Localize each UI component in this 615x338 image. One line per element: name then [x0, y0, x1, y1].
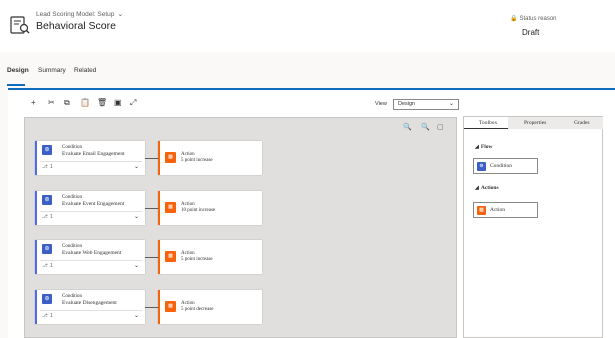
chevron-down-icon[interactable]: ⌄ [134, 312, 139, 319]
divider [40, 211, 142, 212]
tab-design[interactable]: Design [7, 67, 29, 74]
condition-icon: ⊛ [477, 162, 486, 171]
screenshot-icon[interactable]: ▣ [114, 98, 122, 108]
toolbox-item-label: Action [490, 207, 505, 213]
view-select[interactable]: Design ⌄ [393, 99, 459, 110]
action-node[interactable]: ▩ Action 5 point decrease [158, 290, 262, 324]
section-flow[interactable]: ◢ Flow [475, 144, 492, 150]
fit-to-screen-icon[interactable]: ▢ [437, 123, 444, 131]
status-reason-label: 🔒 Status reason [510, 15, 557, 22]
divider [40, 310, 142, 311]
action-icon: ▩ [165, 251, 176, 262]
record-header: Lead Scoring Model: Setup ⌄ Behavioral Sc… [0, 0, 615, 52]
connector-line [145, 257, 158, 258]
condition-name: Evaluate Email Engagement [62, 151, 125, 157]
toolbox-item-label: Condition [490, 163, 513, 169]
add-icon[interactable]: + [31, 98, 36, 108]
section-actions[interactable]: ◢ Actions [475, 185, 499, 191]
condition-node[interactable]: ⊛ Condition Evaluate Disengagement ⎇ 1 ⌄ [35, 290, 145, 324]
toolbox-item-condition[interactable]: ⊛ Condition [473, 158, 538, 174]
node-type-label: Condition [62, 244, 83, 249]
action-icon: ▩ [477, 206, 486, 215]
node-type-label: Action [181, 202, 195, 207]
condition-icon: ⊛ [42, 195, 52, 205]
chevron-down-icon[interactable]: ⌄ [134, 262, 139, 269]
node-type-label: Condition [62, 294, 83, 299]
tab-grades[interactable]: Grades [574, 120, 590, 126]
divider [40, 161, 142, 162]
node-type-label: Action [181, 251, 195, 256]
action-detail: 5 point increase [181, 257, 213, 262]
status-reason-text: Status reason [519, 16, 557, 22]
chevron-down-icon: ⌄ [448, 101, 454, 107]
section-title: Actions [480, 185, 499, 191]
tab-related[interactable]: Related [74, 67, 96, 74]
branch-icon: ⎇ [42, 164, 48, 170]
lead-scoring-model-icon [10, 16, 30, 34]
expand-icon[interactable]: ⤢ [130, 98, 136, 108]
action-icon: ▩ [165, 301, 176, 312]
action-detail: 10 point increase [181, 208, 216, 213]
collapse-icon: ◢ [475, 186, 479, 191]
connector-line [145, 307, 158, 308]
condition-node[interactable]: ⊛ Condition Evaluate Web Engagement ⎇ 1 … [35, 240, 145, 274]
branch-count: 1 [50, 313, 53, 319]
action-icon: ▩ [165, 202, 176, 213]
branch-icon: ⎇ [42, 214, 48, 220]
action-detail: 5 point increase [181, 158, 213, 163]
condition-name: Evaluate Web Engagement [62, 250, 122, 256]
condition-icon: ⊛ [42, 145, 52, 155]
branch-count: 1 [50, 263, 53, 269]
toolbox-item-action[interactable]: ▩ Action [473, 202, 538, 218]
copy-icon[interactable]: ⧉ [64, 98, 70, 108]
page-title: Behavioral Score [36, 20, 116, 32]
action-node[interactable]: ▩ Action 10 point increase [158, 191, 262, 225]
zoom-in-icon[interactable]: 🔍 [421, 123, 430, 131]
tab-properties[interactable]: Properties [524, 120, 546, 126]
active-panel-tab-indicator [464, 128, 508, 129]
node-type-label: Condition [62, 195, 83, 200]
chevron-down-icon[interactable]: ⌄ [134, 213, 139, 220]
section-title: Flow [480, 144, 493, 150]
tab-toolbox[interactable]: Toolbox [479, 120, 497, 126]
branch-icon: ⎇ [42, 263, 48, 269]
view-select-value: Design [398, 101, 416, 107]
tab-summary[interactable]: Summary [38, 67, 66, 74]
status-reason-value: Draft [522, 28, 540, 37]
condition-icon: ⊛ [42, 294, 52, 304]
branch-icon: ⎇ [42, 313, 48, 319]
lock-icon: 🔒 [510, 16, 518, 22]
chevron-down-icon[interactable]: ⌄ [134, 163, 139, 170]
chevron-down-icon[interactable]: ⌄ [117, 10, 123, 18]
active-tab-indicator [7, 84, 25, 86]
branch-count: 1 [50, 164, 53, 170]
view-label: View [375, 101, 387, 107]
action-node[interactable]: ▩ Action 5 point increase [158, 141, 262, 175]
delete-icon[interactable]: 🗑 [97, 98, 107, 108]
breadcrumb-label: Lead Scoring Model: Setup [36, 11, 115, 18]
action-icon: ▩ [165, 152, 176, 163]
condition-name: Evaluate Event Engagement [62, 201, 125, 207]
condition-node[interactable]: ⊛ Condition Evaluate Email Engagement ⎇ … [35, 141, 145, 175]
condition-icon: ⊛ [42, 244, 52, 254]
cut-icon[interactable]: ✂ [48, 98, 55, 108]
action-detail: 5 point decrease [181, 307, 214, 312]
condition-node[interactable]: ⊛ Condition Evaluate Event Engagement ⎇ … [35, 191, 145, 225]
zoom-out-icon[interactable]: 🔍 [403, 123, 412, 131]
divider [40, 260, 142, 261]
paste-icon[interactable]: 📋 [80, 98, 90, 108]
branch-count: 1 [50, 214, 53, 220]
node-type-label: Action [181, 301, 195, 306]
node-type-label: Action [181, 152, 195, 157]
node-type-label: Condition [62, 145, 83, 150]
connector-line [145, 208, 158, 209]
collapse-icon: ◢ [475, 145, 479, 150]
connector-line [145, 158, 158, 159]
action-node[interactable]: ▩ Action 5 point increase [158, 240, 262, 274]
breadcrumb[interactable]: Lead Scoring Model: Setup ⌄ [36, 10, 123, 18]
condition-name: Evaluate Disengagement [62, 300, 117, 306]
